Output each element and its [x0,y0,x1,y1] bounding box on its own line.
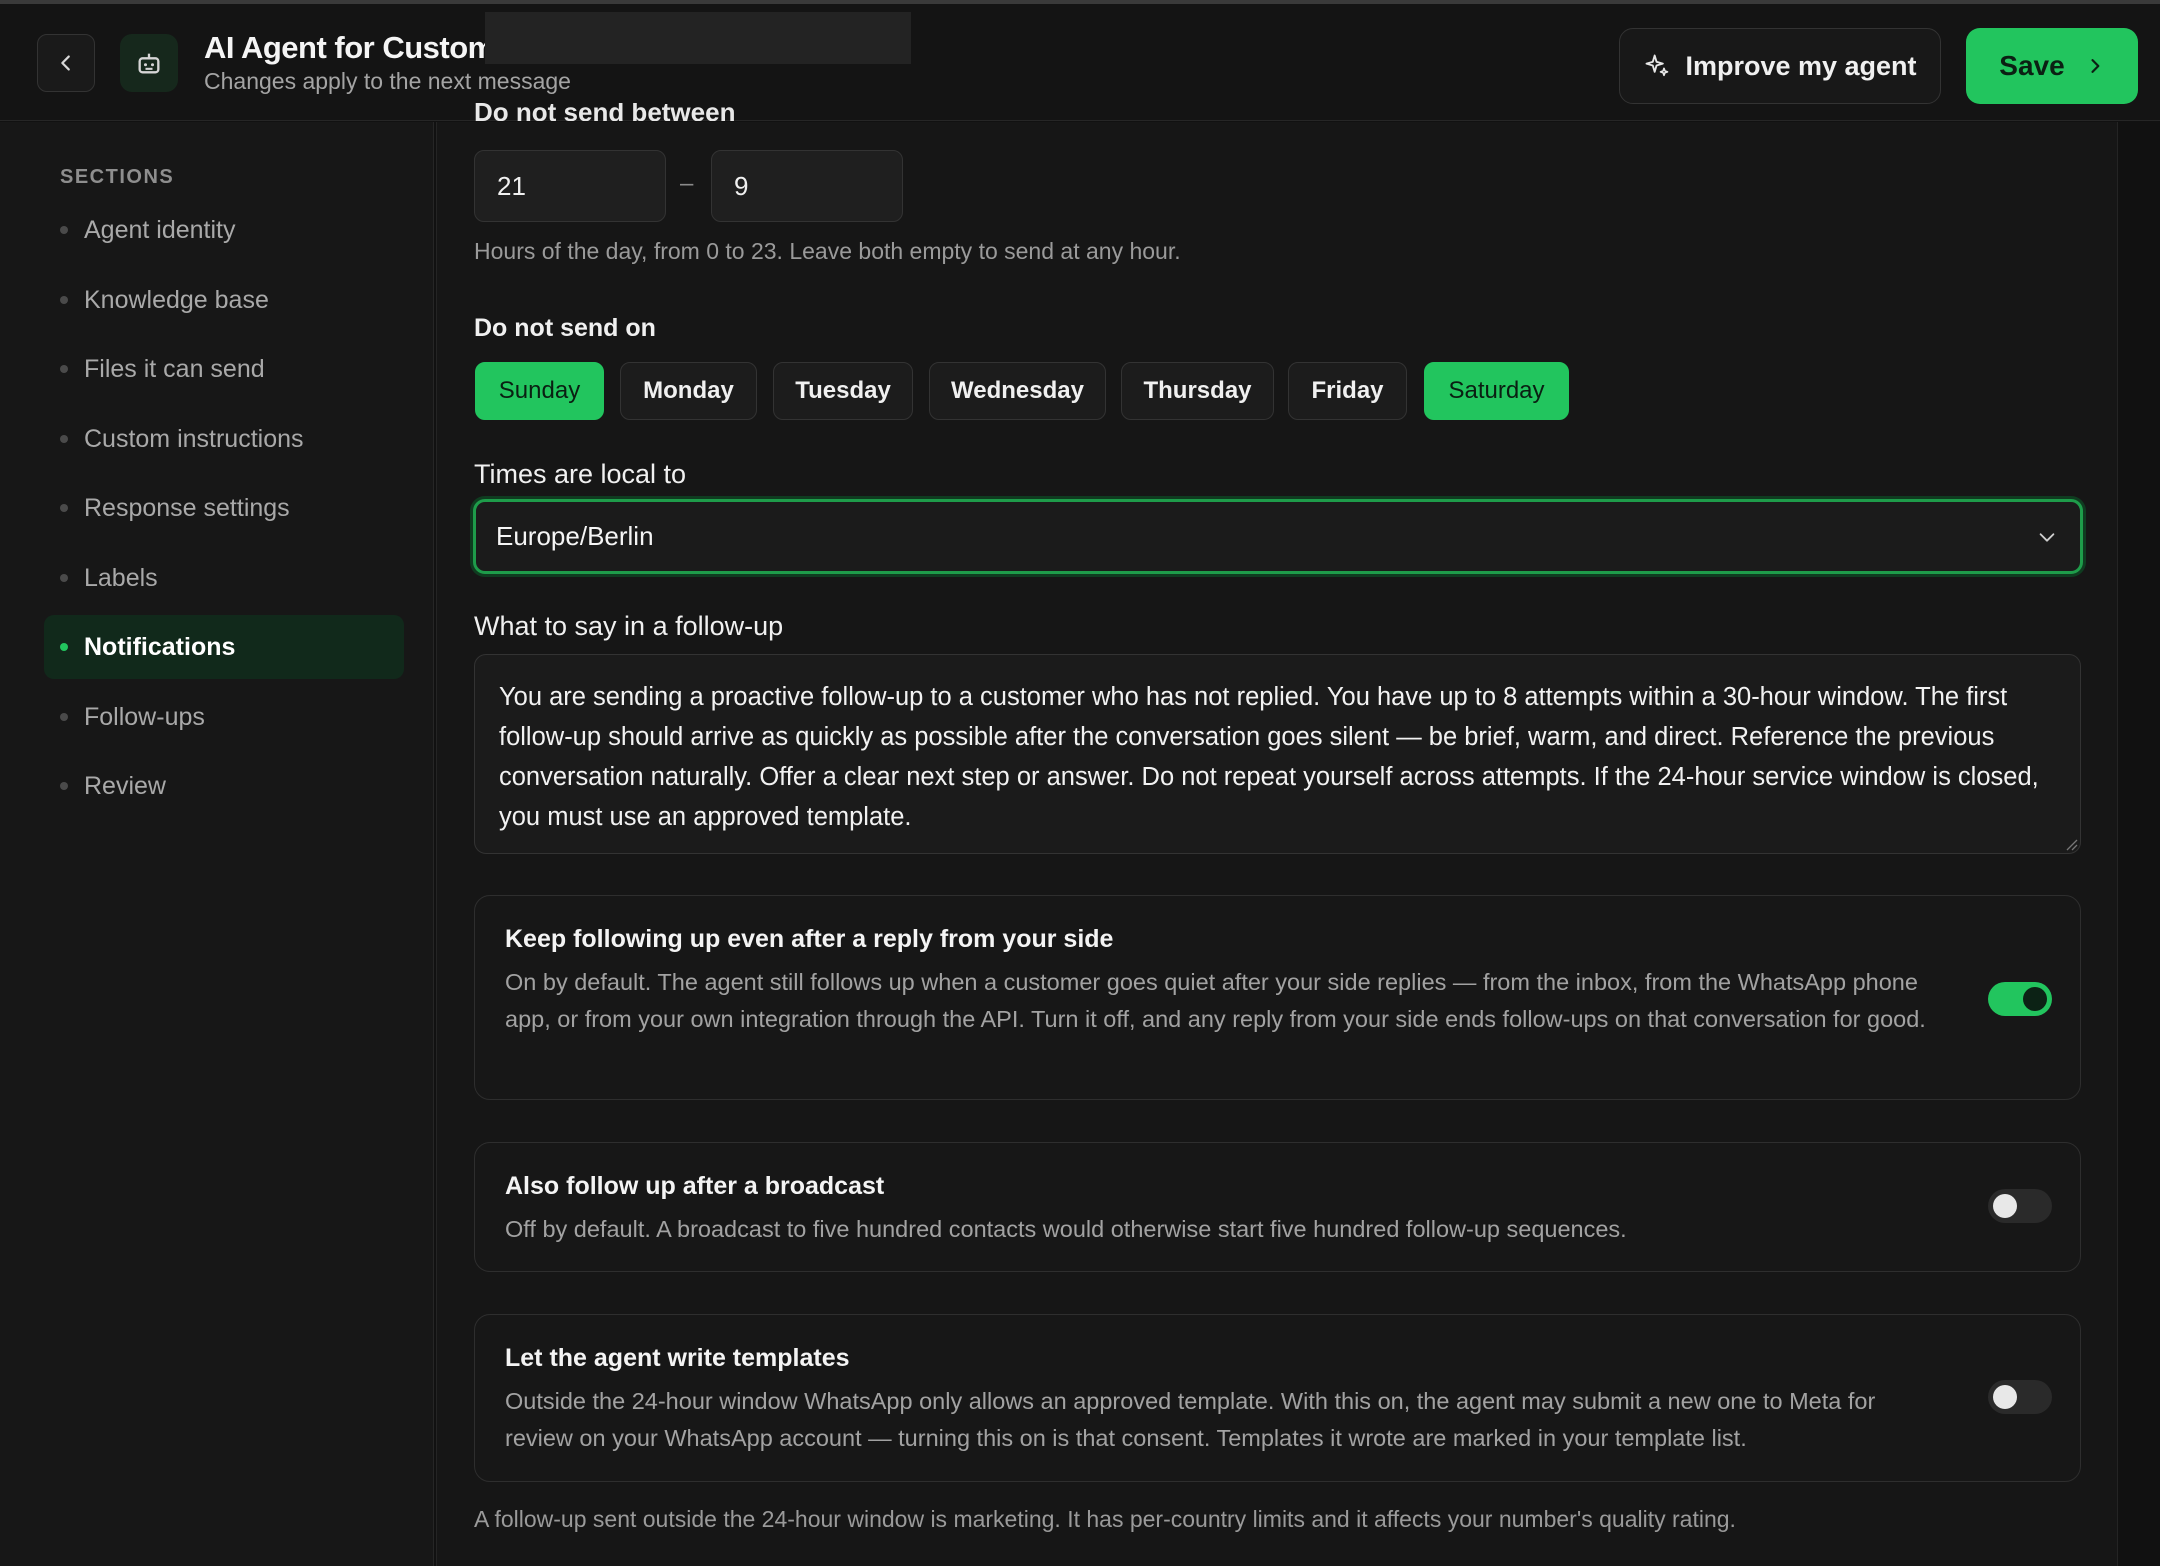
sidebar-item-response-settings[interactable]: Response settings [44,476,404,540]
save-button[interactable]: Save [1966,28,2138,104]
sparkles-icon [1646,54,1669,77]
toggle-knob [1993,1385,2017,1409]
chevron-down-icon [2039,533,2055,542]
sidebar-item-agent-identity[interactable]: Agent identity [44,198,404,262]
page-title: AI Agent for Custome [204,30,489,65]
back-button[interactable] [37,34,95,92]
timezone-select[interactable]: Europe/Berlin [473,499,2083,574]
hours-separator: – [680,170,694,197]
timezone-label: Times are local to [474,459,687,489]
followup-message-label: What to say in a follow-up [474,611,784,641]
bullet-dot [60,435,68,443]
sidebar-item-label: Labels [84,563,158,592]
sidebar-item-label: Notifications [84,632,236,661]
sidebar-item-label: Agent identity [84,215,236,244]
sidebar-item-label: Response settings [84,493,290,522]
sections-sidebar: SECTIONS Agent identity Knowledge base F… [0,122,434,1566]
option-description: On by default. The agent still follows u… [505,969,1926,1032]
broadcast-followup-toggle[interactable] [1988,1189,2052,1223]
sidebar-item-label: Review [84,771,166,800]
resize-handle-icon[interactable] [2064,837,2078,851]
robot-icon [138,53,160,74]
improve-agent-label: Improve my agent [1685,50,1917,81]
bullet-dot [60,226,68,234]
write-templates-toggle[interactable] [1988,1380,2052,1414]
bullet-dot [60,296,68,304]
option-card-broadcast: Also follow up after a broadcast Off by … [474,1142,2081,1272]
sidebar-item-notifications[interactable]: Notifications [44,615,404,679]
followup-message-textarea[interactable]: You are sending a proactive follow-up to… [474,654,2081,854]
bullet-dot [60,504,68,512]
chevron-right-icon [2091,59,2100,73]
sidebar-item-files-it-can-send[interactable]: Files it can send [44,337,404,401]
sections-heading: SECTIONS [60,166,175,188]
day-wednesday-button[interactable]: Wednesday [929,362,1106,420]
option-card-keep-following-up: Keep following up even after a reply fro… [474,895,2081,1100]
chevron-left-icon [61,55,70,71]
day-thursday-button[interactable]: Thursday [1121,362,1274,420]
toggle-knob [1993,1194,2017,1218]
sidebar-item-review[interactable]: Review [44,754,404,818]
sidebar-item-follow-ups[interactable]: Follow-ups [44,685,404,749]
toggle-knob [2023,987,2047,1011]
marketing-footnote: A follow-up sent outside the 24-hour win… [474,1506,1736,1532]
improve-agent-button[interactable]: Improve my agent [1619,28,1941,104]
sidebar-item-label: Files it can send [84,354,265,383]
top-bar: AI Agent for Custome Changes apply to th… [0,0,2160,121]
followup-message-text: You are sending a proactive follow-up to… [499,683,2039,831]
bullet-dot [60,782,68,790]
option-title: Keep following up even after a reply fro… [505,925,1114,953]
keep-following-up-toggle[interactable] [1988,982,2052,1016]
bullet-dot [60,574,68,582]
bullet-dot [60,643,68,651]
timezone-value: Europe/Berlin [496,521,654,551]
redacted-area [485,12,911,64]
sidebar-item-label: Knowledge base [84,285,269,314]
bullet-dot [60,365,68,373]
day-saturday-button[interactable]: Saturday [1424,362,1569,420]
option-title: Let the agent write templates [505,1344,850,1372]
page-subtitle: Changes apply to the next message [204,68,571,94]
sidebar-item-label: Custom instructions [84,424,304,453]
option-title: Also follow up after a broadcast [505,1172,885,1200]
quiet-hours-to-input[interactable]: 9 [711,150,903,222]
agent-avatar [120,34,178,92]
day-friday-button[interactable]: Friday [1288,362,1407,420]
sidebar-item-label: Follow-ups [84,702,205,731]
sidebar-item-custom-instructions[interactable]: Custom instructions [44,407,404,471]
sidebar-item-knowledge-base[interactable]: Knowledge base [44,268,404,332]
day-tuesday-button[interactable]: Tuesday [773,362,913,420]
option-description: Off by default. A broadcast to five hund… [505,1216,1627,1242]
option-card-write-templates: Let the agent write templates Outside th… [474,1314,2081,1482]
day-monday-button[interactable]: Monday [620,362,757,420]
save-label: Save [1999,50,2065,81]
quiet-hours-helper: Hours of the day, from 0 to 23. Leave bo… [474,238,1181,264]
sidebar-item-labels[interactable]: Labels [44,546,404,610]
day-sunday-button[interactable]: Sunday [475,362,604,420]
quiet-hours-label: Do not send between [474,103,736,121]
quiet-hours-from-input[interactable]: 21 [474,150,666,222]
bullet-dot [60,713,68,721]
option-description: Outside the 24-hour window WhatsApp only… [505,1388,1876,1451]
days-label: Do not send on [474,314,656,342]
